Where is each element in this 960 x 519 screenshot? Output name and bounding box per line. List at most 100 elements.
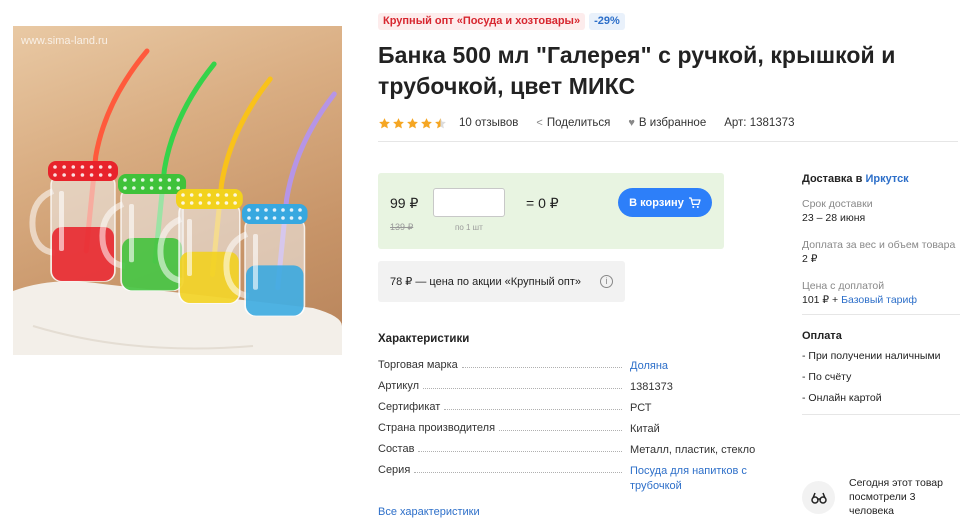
- star-icon: [406, 117, 419, 130]
- payment-method-item: - При получении наличными: [802, 350, 941, 362]
- dotted-leader: [414, 472, 622, 473]
- price-with-surcharge-label: Цена с доплатой: [802, 280, 885, 292]
- lid-dot: [198, 201, 203, 205]
- characteristic-value[interactable]: Доляна: [630, 359, 760, 374]
- delivery-heading: Доставка в Иркутск: [802, 173, 960, 185]
- add-to-cart-button[interactable]: В корзину: [618, 188, 712, 217]
- lid-dot: [140, 178, 145, 182]
- characteristic-value: РСТ: [630, 402, 652, 414]
- characteristics-row: Серия Посуда для напитков с трубочкой: [378, 463, 756, 499]
- promo-badges: Крупный опт «Посуда и хозтовары» -29%: [378, 13, 625, 30]
- quantity-note: по 1 шт: [455, 223, 483, 232]
- old-price: 139 ₽: [390, 222, 414, 232]
- lid-dot: [289, 216, 294, 220]
- characteristic-value: Китай: [630, 423, 660, 435]
- lid-dot: [80, 165, 85, 169]
- lid-dot: [53, 173, 57, 177]
- lid-dot: [181, 193, 185, 197]
- payment-method-item: - Онлайн картой: [802, 392, 882, 404]
- unit-price: 99 ₽: [390, 195, 419, 211]
- lid-dot: [233, 193, 237, 197]
- header-divider: [378, 141, 958, 142]
- promo-badge[interactable]: Крупный опт «Посуда и хозтовары»: [378, 13, 586, 30]
- share-button[interactable]: < Поделиться: [536, 117, 610, 129]
- lid-dot: [149, 178, 154, 182]
- article-number: Арт: 1381373: [724, 117, 795, 129]
- favorite-button[interactable]: ♥ В избранное: [628, 117, 706, 129]
- characteristics-title: Характеристики: [378, 333, 470, 345]
- heart-icon: ♥: [628, 117, 635, 129]
- viewers-notice: Сегодня этот товар посмотрели 3 человека: [802, 476, 957, 518]
- lid-dot: [108, 173, 112, 177]
- star-icon: [420, 117, 433, 130]
- characteristics-row: Страна производителя Китай: [378, 421, 756, 442]
- lid-dot: [98, 173, 103, 177]
- price-with-surcharge-amount: 101 ₽ +: [802, 294, 839, 306]
- characteristic-key: Сертификат: [378, 401, 626, 413]
- characteristic-key: Страна производителя: [378, 422, 626, 434]
- dotted-leader: [418, 451, 622, 452]
- lid-dot: [207, 201, 211, 205]
- lid-dot: [62, 165, 66, 169]
- info-icon[interactable]: i: [600, 275, 613, 288]
- lid-dot: [132, 178, 136, 182]
- dotted-leader: [499, 430, 622, 431]
- lid-dot: [149, 186, 154, 190]
- lid-dot: [289, 208, 294, 212]
- lid-dot: [176, 186, 181, 190]
- add-to-cart-label: В корзину: [629, 196, 684, 209]
- jar-lid: [242, 204, 308, 224]
- delivery-panel: Доставка в Иркутск Срок доставки 23 – 28…: [802, 173, 960, 415]
- lid-dot: [189, 201, 194, 205]
- lid-dot: [255, 216, 260, 220]
- lid-dot: [123, 178, 127, 182]
- characteristic-value: 1381373: [630, 381, 673, 393]
- delivery-city-link[interactable]: Иркутск: [865, 173, 908, 185]
- dotted-leader: [423, 388, 622, 389]
- payment-heading: Оплата: [802, 330, 842, 342]
- lid-dot: [255, 208, 260, 212]
- characteristic-key-text: Страна производителя: [378, 422, 496, 434]
- promo-price-box: 78 ₽ — цена по акции «Крупный опт» i: [378, 261, 625, 302]
- lid-dot: [71, 165, 76, 169]
- lid-dot: [132, 186, 136, 190]
- lid-dot: [281, 208, 285, 212]
- lid-dot: [53, 165, 57, 169]
- characteristic-key-text: Состав: [378, 443, 415, 455]
- characteristics-table: Торговая марка Доляна Артикул 1381373 Сертиф…: [378, 358, 756, 499]
- jar-lid: [118, 174, 187, 194]
- share-label: Поделиться: [546, 117, 611, 129]
- lid-dot: [298, 216, 302, 220]
- characteristic-value: Металл, пластик, стекло: [630, 444, 756, 456]
- characteristic-value[interactable]: Посуда для напитков с трубочкой: [630, 464, 760, 494]
- promo-price-text: 78 ₽ — цена по акции «Крупный опт»: [390, 276, 582, 288]
- star-icon: [434, 117, 447, 130]
- lid-dot: [167, 186, 172, 190]
- delivery-divider: [802, 314, 960, 315]
- lid-dot: [140, 186, 145, 190]
- quantity-input[interactable]: [433, 188, 505, 217]
- dotted-leader: [461, 367, 622, 368]
- payment-divider: [802, 414, 960, 415]
- characteristic-key-text: Серия: [378, 464, 411, 476]
- lid-dot: [123, 186, 127, 190]
- lid-dot: [247, 208, 251, 212]
- payment-method-item: - По счёту: [802, 371, 852, 383]
- lid-dot: [98, 165, 103, 169]
- reviews-link[interactable]: 10 отзывов: [459, 117, 518, 129]
- rating-stars[interactable]: [378, 117, 447, 130]
- lid-dot: [264, 216, 268, 220]
- lid-dot: [264, 208, 268, 212]
- favorite-label: В избранное: [638, 117, 707, 129]
- delivery-term-value: 23 – 28 июня: [802, 212, 866, 224]
- discount-badge: -29%: [589, 13, 625, 30]
- lid-dot: [189, 193, 194, 197]
- base-tariff-link[interactable]: Базовый тариф: [841, 294, 917, 306]
- lid-dot: [89, 173, 94, 177]
- lid-dot: [71, 173, 76, 177]
- lid-dot: [158, 178, 163, 182]
- lid-dot: [215, 201, 220, 205]
- binoculars-icon: [802, 481, 835, 514]
- all-characteristics-link[interactable]: Все характеристики: [378, 506, 480, 518]
- product-photo[interactable]: www.sima-land.ru: [13, 26, 342, 355]
